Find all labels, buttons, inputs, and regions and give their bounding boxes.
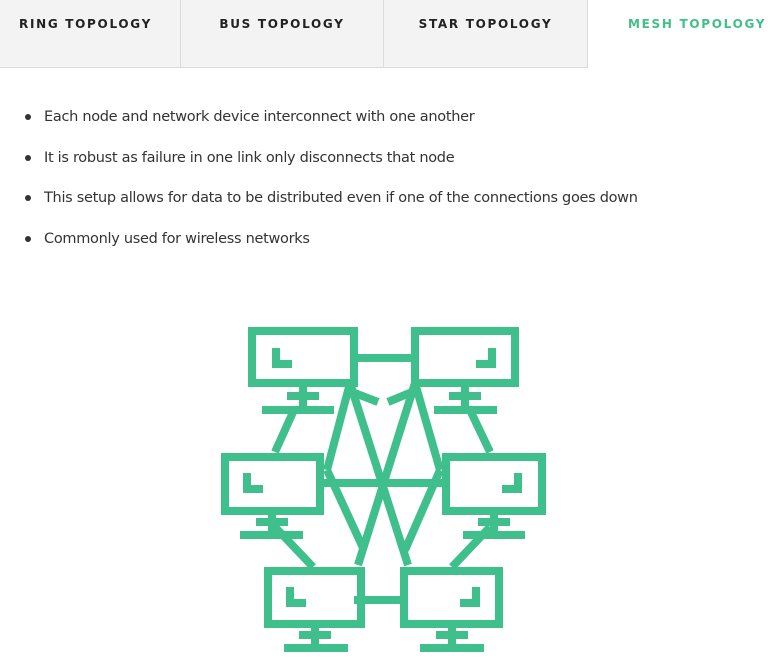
computer-icon xyxy=(248,327,358,414)
computer-icon xyxy=(442,453,546,539)
mesh-network-icon xyxy=(221,327,546,652)
computer-icon xyxy=(411,327,519,414)
computer-icon xyxy=(264,567,365,652)
computer-icon xyxy=(221,453,324,539)
computer-icon xyxy=(400,567,503,652)
